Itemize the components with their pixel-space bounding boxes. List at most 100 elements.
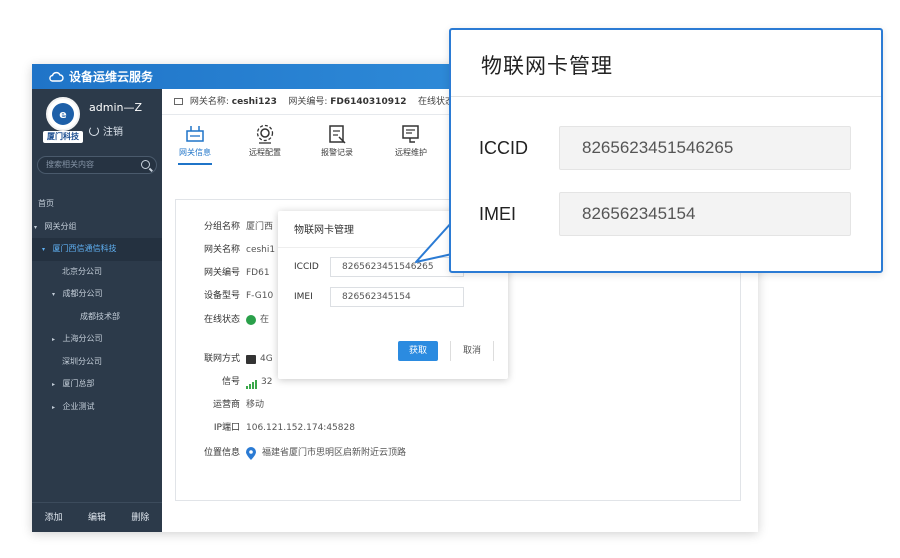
sidebar-item-shanghai[interactable]: ▸ 上海分公司 <box>32 328 162 351</box>
detail-value-wrap: 福建省厦门市思明区启新附近云顶路 <box>246 446 406 460</box>
callout-title: 物联网卡管理 <box>481 54 613 78</box>
sidebar-search-input[interactable]: 搜索相关内容 <box>37 156 157 174</box>
sidebar-item-label: 成都技术部 <box>80 311 120 321</box>
gateway-icon <box>186 126 204 142</box>
avatar-caption: 厦门科技 <box>43 131 83 143</box>
gateway-id-label: 网关编号: <box>288 97 328 107</box>
username: admin—Z <box>89 101 143 114</box>
add-button[interactable]: 添加 <box>32 503 75 532</box>
logout-label: 注销 <box>103 127 123 138</box>
sidebar-item-shenzhen[interactable]: 深圳分公司 <box>32 351 162 374</box>
caret-right-icon: ▸ <box>52 403 56 411</box>
app-title: 设备运维云服务 <box>69 70 154 84</box>
sidebar-item-label: 上海分公司 <box>62 334 103 343</box>
sidebar-item-label: 厦门西信通信科技 <box>52 244 117 253</box>
detail-key: 运营商 <box>212 400 240 410</box>
caret-right-icon: ▸ <box>52 336 56 343</box>
cloud-icon <box>49 71 64 82</box>
gateway-name-label: 网关名称: <box>189 97 229 107</box>
delete-button[interactable]: 删除 <box>119 503 162 532</box>
sidebar-item-enterprise-test[interactable]: ▸ 企业测试 <box>32 396 162 419</box>
location-pin-icon[interactable] <box>246 446 256 460</box>
sidebar-item-label: 厦门总部 <box>62 379 95 388</box>
detail-row-ip: IP端口 106.121.152.174:45828 <box>176 421 476 435</box>
sidebar: e 厦门科技 admin—Z 注销 搜索相关内容 首页 ▾ 网关分组 ▾ 厦门西 <box>32 89 162 532</box>
power-icon <box>89 125 99 136</box>
detail-value: ceshi1 <box>246 245 276 255</box>
sidebar-item-label: 首页 <box>38 199 54 208</box>
detail-key: 信号 <box>221 377 240 387</box>
sidebar-item-xiamen-hq[interactable]: ▸ 厦门总部 <box>32 373 162 396</box>
sidebar-item-label: 成都分公司 <box>62 289 103 298</box>
sidebar-footer: 添加 编辑 删除 <box>32 502 162 532</box>
sidebar-item-home[interactable]: 首页 <box>32 193 162 216</box>
gateway-name-value: ceshi123 <box>231 97 277 107</box>
brand[interactable]: 设备运维云服务 <box>48 68 153 85</box>
tab-label: 远程配置 <box>249 148 281 157</box>
avatar: e <box>46 97 80 131</box>
callout-iccid-field[interactable]: 8265623451546265 <box>559 126 851 170</box>
callout-imei-field[interactable]: 826562345154 <box>559 192 851 236</box>
detail-key: 网关编号 <box>203 268 240 278</box>
sidebar-item-chengdu-tech[interactable]: 成都技术部 <box>32 306 162 329</box>
iccid-label: ICCID <box>294 262 319 272</box>
tab-remote-maintain[interactable]: 远程维护 <box>387 124 435 158</box>
edit-button[interactable]: 编辑 <box>75 503 118 532</box>
caret-down-icon: ▾ <box>34 223 38 231</box>
detail-value: 移动 <box>246 400 265 410</box>
detail-value: F-G10 <box>246 291 274 301</box>
search-placeholder: 搜索相关内容 <box>46 160 94 169</box>
logout-button[interactable]: 注销 <box>89 123 123 138</box>
sidebar-item-label: 北京分公司 <box>62 266 102 276</box>
sidebar-item-xiamen-company[interactable]: ▾ 厦门西信通信科技 <box>32 238 162 261</box>
zoom-callout: 物联网卡管理 ICCID 8265623451546265 IMEI 82656… <box>449 28 883 273</box>
sidebar-item-gateway-group[interactable]: ▾ 网关分组 <box>32 216 162 239</box>
detail-value: 在 <box>260 315 270 325</box>
dialog-title: 物联网卡管理 <box>294 225 354 236</box>
tab-label: 网关信息 <box>179 148 211 157</box>
detail-value: 福建省厦门市思明区启新附近云顶路 <box>262 448 407 458</box>
tab-remote-config[interactable]: 远程配置 <box>241 124 289 158</box>
detail-key: 分组名称 <box>203 222 240 232</box>
caret-down-icon: ▾ <box>42 246 46 253</box>
sidebar-item-beijing[interactable]: 北京分公司 <box>32 261 162 284</box>
online-check-icon <box>246 315 256 325</box>
detail-key: IP端口 <box>213 423 240 433</box>
caret-down-icon: ▾ <box>52 291 56 298</box>
sidebar-item-chengdu[interactable]: ▾ 成都分公司 <box>32 283 162 306</box>
detail-value-wrap: 在 <box>246 313 269 327</box>
detail-key: 网关名称 <box>203 245 240 255</box>
tab-alarm-record[interactable]: 报警记录 <box>313 124 361 158</box>
detail-value: 4G <box>260 354 273 364</box>
fetch-button[interactable]: 获取 <box>398 341 438 361</box>
detail-row-location: 位置信息 福建省厦门市思明区启新附近云顶路 <box>176 446 596 460</box>
detail-value: 32 <box>261 377 273 387</box>
search-icon[interactable] <box>141 160 150 169</box>
callout-iccid-label: ICCID <box>479 138 528 158</box>
signal-icon <box>246 379 257 389</box>
sidebar-item-label: 深圳分公司 <box>62 356 102 366</box>
imei-field[interactable]: 826562345154 <box>330 287 464 307</box>
user-box: e 厦门科技 admin—Z 注销 <box>32 89 162 151</box>
divider <box>451 96 881 97</box>
gateway-id-value: FD6140310912 <box>330 97 407 107</box>
tab-gateway-info[interactable]: 网关信息 <box>171 124 219 158</box>
detail-value-wrap: 4G <box>246 352 273 366</box>
detail-value-wrap: 32 <box>246 375 272 389</box>
detail-key: 设备型号 <box>203 291 240 301</box>
active-tab-indicator <box>178 163 212 165</box>
caret-right-icon: ▸ <box>52 381 56 388</box>
detail-key: 在线状态 <box>203 315 240 325</box>
gateway-small-icon <box>174 98 183 105</box>
cancel-button[interactable]: 取消 <box>450 341 494 361</box>
detail-key: 位置信息 <box>203 448 240 458</box>
sidebar-nav: 首页 ▾ 网关分组 ▾ 厦门西信通信科技 北京分公司 ▾ 成都分公司 成都技术部… <box>32 193 162 418</box>
tab-label: 远程维护 <box>395 148 427 157</box>
detail-key: 联网方式 <box>203 354 240 364</box>
iccid-field[interactable]: 8265623451546265 <box>330 257 464 277</box>
tab-label: 报警记录 <box>321 148 353 157</box>
remote-config-icon <box>256 124 274 144</box>
logo-icon: e <box>52 103 74 125</box>
callout-imei-label: IMEI <box>479 204 517 224</box>
alarm-record-icon <box>329 125 346 144</box>
